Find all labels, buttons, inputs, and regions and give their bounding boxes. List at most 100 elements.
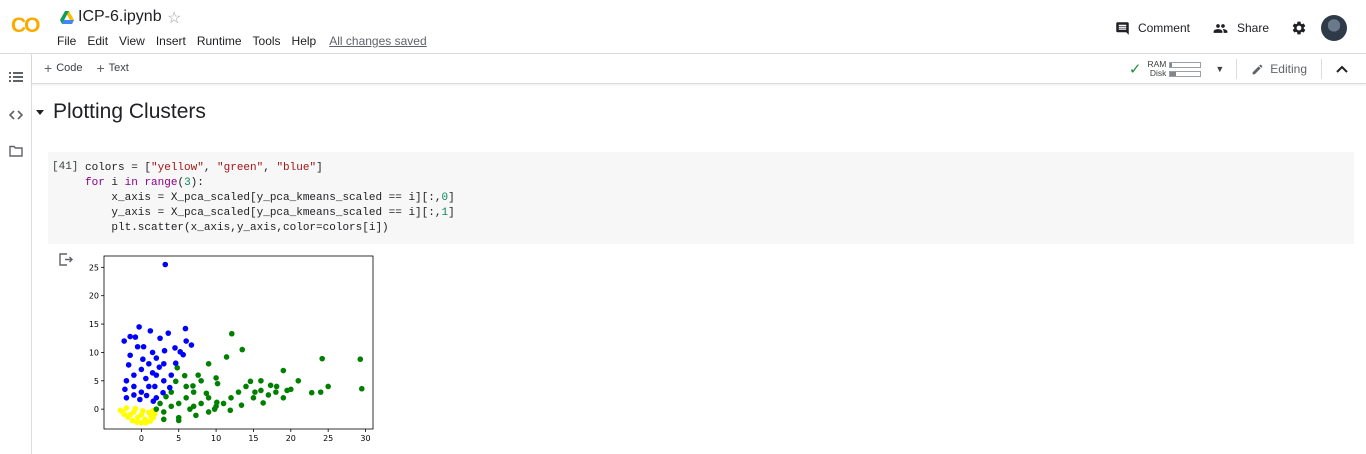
- menu-view[interactable]: View: [119, 34, 145, 48]
- scatter-point: [166, 384, 173, 391]
- menu-runtime[interactable]: Runtime: [197, 34, 242, 48]
- scatter-point: [183, 338, 189, 344]
- scatter-point: [258, 387, 264, 394]
- x-tick-label: 20: [286, 434, 296, 443]
- y-tick-label: 25: [89, 263, 99, 272]
- scatter-point: [121, 338, 127, 344]
- divider: [1236, 59, 1238, 79]
- scatter-point: [152, 383, 158, 390]
- pencil-icon: [1252, 64, 1263, 74]
- editing-label: Editing: [1270, 62, 1307, 76]
- scatter-point: [247, 378, 254, 385]
- scatter-point: [138, 389, 145, 395]
- menu-help[interactable]: Help: [292, 34, 317, 48]
- plus-icon: +: [44, 59, 53, 76]
- scatter-point: [123, 377, 130, 384]
- scatter-point: [132, 334, 139, 340]
- scatter-point: [198, 377, 204, 384]
- scatter-point: [182, 325, 189, 332]
- scatter-point: [214, 399, 220, 406]
- scatter-point: [138, 366, 145, 373]
- scatter-point: [122, 386, 128, 393]
- x-tick-label: 15: [248, 434, 258, 443]
- y-tick-label: 0: [94, 405, 99, 414]
- comment-label: Comment: [1137, 21, 1190, 35]
- scatter-point: [147, 328, 154, 334]
- section-header[interactable]: Plotting Clusters: [36, 100, 206, 124]
- colab-logo[interactable]: CO: [11, 14, 45, 36]
- scatter-point: [295, 377, 302, 384]
- scatter-point: [142, 416, 148, 423]
- add-code-button[interactable]: + Code: [44, 59, 82, 76]
- scatter-point: [157, 400, 163, 407]
- scatter-point: [127, 352, 133, 359]
- scatter-point: [136, 324, 142, 330]
- scatter-point: [325, 383, 331, 390]
- y-tick-label: 15: [89, 320, 99, 329]
- disk-label: Disk: [1149, 68, 1167, 78]
- scatter-point: [137, 396, 143, 403]
- scatter-point: [193, 412, 199, 419]
- scatter-point: [146, 383, 152, 390]
- scatter-point: [146, 360, 152, 367]
- scatter-point: [308, 389, 315, 396]
- code-cell[interactable]: [41] colors = ["yellow", "green", "blue"…: [48, 152, 1354, 244]
- scatter-point: [140, 356, 146, 363]
- collapse-triangle-icon[interactable]: [36, 109, 44, 115]
- scatter-point: [190, 383, 196, 389]
- scatter-point: [267, 382, 274, 389]
- logo-text: CO: [11, 14, 40, 36]
- scatter-point: [165, 330, 172, 336]
- scatter-point: [187, 406, 193, 412]
- notebook-toolbar: + Code + Text ✓ RAM Disk ▼ Editing: [32, 54, 1366, 84]
- scatter-point: [317, 389, 324, 395]
- menu-file[interactable]: File: [57, 34, 76, 48]
- scatter-point: [160, 389, 166, 396]
- code-line: x_axis = X_pca_scaled[y_pca_kmeans_scale…: [85, 192, 455, 204]
- scatter-point: [172, 360, 179, 367]
- scatter-point: [227, 407, 234, 414]
- code-snippets-icon[interactable]: [9, 108, 23, 122]
- scatter-point: [280, 367, 287, 374]
- avatar[interactable]: [1321, 15, 1347, 41]
- left-sidebar: [0, 54, 32, 454]
- section-title: Plotting Clusters: [53, 100, 206, 123]
- execution-count[interactable]: [41]: [52, 161, 78, 173]
- scatter-point: [211, 406, 218, 412]
- scatter-point: [123, 395, 130, 401]
- menu-insert[interactable]: Insert: [156, 34, 186, 48]
- add-text-button[interactable]: + Text: [96, 61, 128, 75]
- star-icon[interactable]: ☆: [167, 8, 181, 28]
- scatter-point: [132, 405, 139, 412]
- scatter-point: [119, 409, 126, 415]
- comment-button[interactable]: Comment: [1115, 21, 1190, 36]
- code-editor[interactable]: colors = ["yellow", "green", "blue"] for …: [85, 161, 455, 236]
- runtime-dropdown-icon[interactable]: ▼: [1215, 64, 1224, 74]
- scatter-point: [153, 406, 160, 412]
- scatter-point: [205, 409, 212, 415]
- gear-icon[interactable]: [1291, 20, 1307, 36]
- scatter-point: [243, 383, 249, 390]
- menu-edit[interactable]: Edit: [87, 34, 108, 48]
- table-of-contents-icon[interactable]: [9, 70, 23, 84]
- scatter-point: [188, 342, 195, 348]
- share-button[interactable]: Share: [1212, 21, 1269, 36]
- editing-mode-button[interactable]: Editing: [1251, 62, 1307, 76]
- chevron-up-icon[interactable]: [1336, 65, 1348, 73]
- scatter-point: [252, 389, 258, 395]
- x-tick-label: 10: [211, 434, 221, 443]
- scatter-point: [203, 390, 210, 397]
- scatter-point: [258, 377, 264, 384]
- google-drive-icon[interactable]: [60, 11, 74, 24]
- resource-monitor[interactable]: RAM Disk: [1147, 60, 1202, 78]
- scatter-point: [358, 385, 365, 392]
- notebook-title[interactable]: ICP-6.ipynb: [78, 8, 162, 26]
- scatter-point: [319, 355, 325, 362]
- menu-tools[interactable]: Tools: [253, 34, 281, 48]
- scatter-point: [183, 395, 189, 401]
- output-actions-icon[interactable]: [59, 253, 73, 266]
- folder-icon[interactable]: [9, 144, 23, 158]
- ram-bar: [1169, 61, 1202, 68]
- scatter-point: [160, 360, 167, 367]
- save-status[interactable]: All changes saved: [329, 34, 426, 48]
